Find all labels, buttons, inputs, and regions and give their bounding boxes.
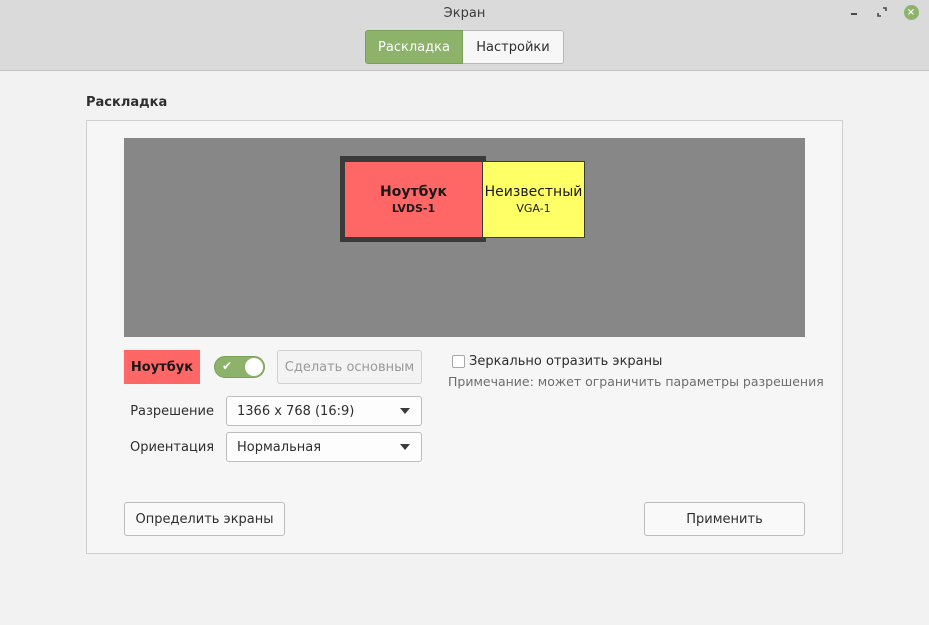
selected-display-label: Ноутбук <box>124 350 200 384</box>
apply-button[interactable]: Применить <box>644 502 805 536</box>
tab-settings[interactable]: Настройки <box>463 30 564 64</box>
make-primary-button[interactable]: Сделать основным <box>277 350 422 384</box>
section-title: Раскладка <box>86 95 168 110</box>
close-icon[interactable]: × <box>903 4 919 20</box>
tab-layout[interactable]: Раскладка <box>365 30 463 64</box>
window-title: Экран <box>443 6 486 21</box>
tab-bar: Раскладка Настройки <box>365 30 564 64</box>
resolution-label: Разрешение <box>130 404 214 419</box>
chevron-down-icon <box>400 408 410 414</box>
mirror-label: Зеркально отразить экраны <box>469 354 663 369</box>
monitor-vga[interactable]: Неизвестный VGA-1 <box>482 161 585 238</box>
orientation-value: Нормальная <box>237 439 322 455</box>
titlebar: Экран × Раскладка Настройки <box>0 0 929 71</box>
resolution-select[interactable]: 1366 x 768 (16:9) <box>226 396 422 426</box>
mirror-note: Примечание: может ограничить параметры р… <box>448 374 824 389</box>
chevron-down-icon <box>400 444 410 450</box>
display-enabled-toggle[interactable]: ✔ <box>214 356 265 378</box>
detect-displays-button[interactable]: Определить экраны <box>124 502 285 536</box>
resolution-value: 1366 x 768 (16:9) <box>237 403 355 419</box>
monitor-name: Ноутбук <box>380 184 447 200</box>
toggle-knob <box>245 358 263 376</box>
monitor-laptop[interactable]: Ноутбук LVDS-1 <box>344 161 483 238</box>
mirror-displays-option[interactable]: Зеркально отразить экраны <box>452 354 662 369</box>
monitor-id: VGA-1 <box>516 202 551 215</box>
check-icon: ✔ <box>222 359 233 373</box>
mirror-checkbox[interactable] <box>452 355 465 368</box>
orientation-label: Ориентация <box>130 440 215 455</box>
orientation-select[interactable]: Нормальная <box>226 432 422 462</box>
monitor-name: Неизвестный <box>484 184 583 200</box>
monitor-id: LVDS-1 <box>391 202 436 215</box>
minimize-icon[interactable] <box>846 4 862 20</box>
maximize-icon[interactable] <box>874 4 890 20</box>
